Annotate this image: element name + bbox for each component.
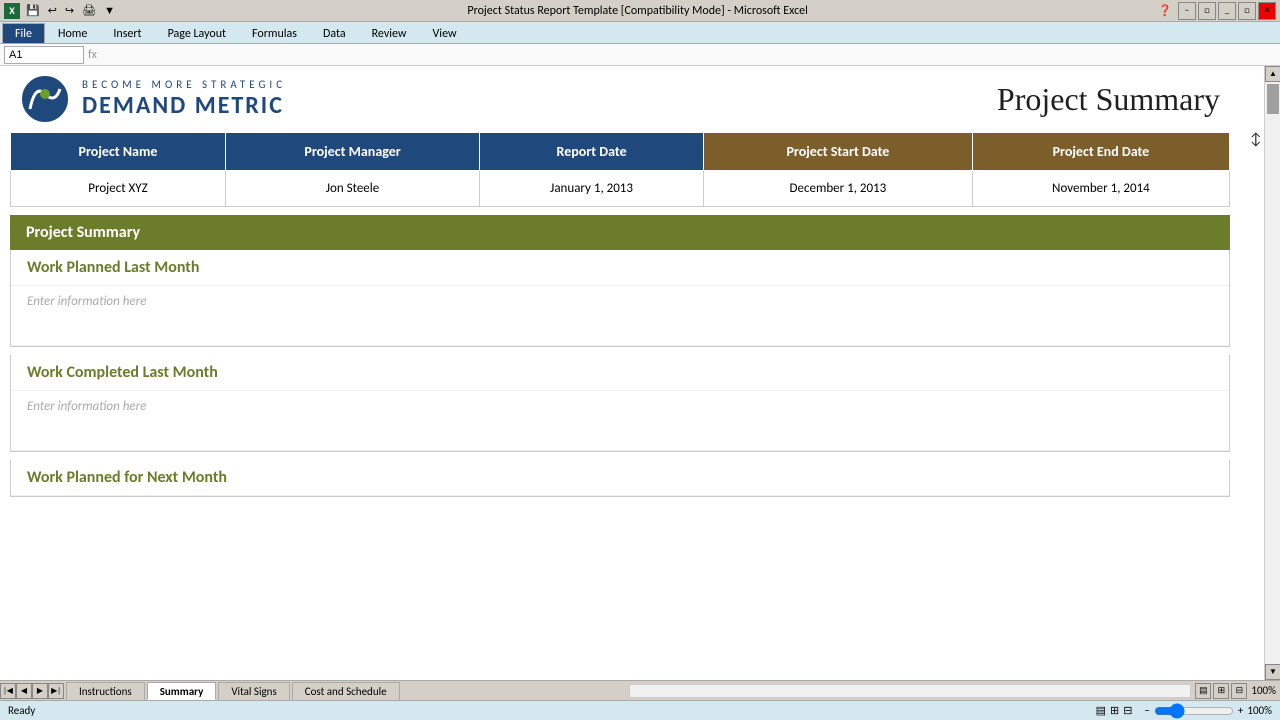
tab-insert[interactable]: Insert bbox=[100, 23, 154, 43]
zoom-level: 100% bbox=[1251, 684, 1276, 697]
tab-data[interactable]: Data bbox=[310, 23, 359, 43]
subsection-work-completed-last-month: Work Completed Last Month Enter informat… bbox=[10, 355, 1230, 452]
redo-qat-button[interactable]: ↪ bbox=[63, 4, 76, 17]
subsection-title-work-planned-next: Work Planned for Next Month bbox=[11, 460, 1229, 496]
cell-project-end-date[interactable]: November 1, 2014 bbox=[972, 171, 1229, 207]
sheet-nav-next[interactable]: ▶ bbox=[32, 683, 48, 699]
tab-file[interactable]: File bbox=[2, 23, 45, 43]
vertical-scrollbar[interactable]: ▲ ▼ bbox=[1264, 66, 1280, 680]
tab-page-layout[interactable]: Page Layout bbox=[155, 23, 239, 43]
close-button[interactable]: ✕ bbox=[1258, 2, 1276, 20]
table-row: Project XYZ Jon Steele January 1, 2013 D… bbox=[11, 171, 1230, 207]
subsection-work-planned-last-month: Work Planned Last Month Enter informatio… bbox=[10, 250, 1230, 347]
page-layout-view-button[interactable]: ⊞ bbox=[1213, 683, 1229, 699]
logo-tagline: Become More Strategic bbox=[82, 78, 286, 91]
ribbon-expand-button[interactable]: □ bbox=[1198, 2, 1216, 20]
view-buttons: ▤ ⊞ ⊟ bbox=[1195, 683, 1247, 699]
col-header-project-manager: Project Manager bbox=[225, 133, 479, 171]
maximize-button[interactable]: □ bbox=[1238, 2, 1256, 20]
title-bar-left: X 💾 ↩ ↪ 🖨 ▼ bbox=[4, 3, 117, 19]
subsection-body-work-planned[interactable]: Enter information here bbox=[11, 286, 1229, 346]
ribbon-tabs: File Home Insert Page Layout Formulas Da… bbox=[0, 22, 1280, 44]
sheet-tabs-area: |◀ ◀ ▶ ▶| Instructions Summary Vital Sig… bbox=[0, 680, 1280, 700]
horizontal-scrollbar[interactable] bbox=[629, 684, 1192, 698]
help-icon[interactable]: ❓ bbox=[1158, 4, 1172, 17]
excel-window: X 💾 ↩ ↪ 🖨 ▼ Project Status Report Templa… bbox=[0, 0, 1280, 720]
ribbon-minimize-button[interactable]: − bbox=[1178, 2, 1196, 20]
title-bar: X 💾 ↩ ↪ 🖨 ▼ Project Status Report Templa… bbox=[0, 0, 1280, 22]
formula-bar: fx bbox=[0, 44, 1280, 66]
sheet-nav-prev[interactable]: ◀ bbox=[16, 683, 32, 699]
zoom-minus-button[interactable]: − bbox=[1144, 704, 1149, 717]
logo-text: Become More Strategic Demand Metric bbox=[82, 78, 286, 120]
status-ready: Ready bbox=[8, 704, 35, 717]
save-qat-button[interactable]: 💾 bbox=[24, 4, 42, 17]
print-qat-button[interactable]: 🖨 bbox=[80, 4, 98, 17]
sheet-tab-vital-signs[interactable]: Vital Signs bbox=[218, 682, 289, 700]
col-header-project-name: Project Name bbox=[11, 133, 226, 171]
page-title: Project Summary bbox=[997, 81, 1220, 118]
subsection-title-work-completed: Work Completed Last Month bbox=[11, 355, 1229, 391]
tab-home[interactable]: Home bbox=[45, 23, 100, 43]
undo-qat-button[interactable]: ↩ bbox=[46, 4, 59, 17]
cell-project-name[interactable]: Project XYZ bbox=[11, 171, 226, 207]
logo-left: Become More Strategic Demand Metric bbox=[20, 74, 286, 124]
cursor-indicator: ↕ bbox=[1250, 130, 1262, 149]
subsection-body-work-completed[interactable]: Enter information here bbox=[11, 391, 1229, 451]
page-layout-status-icon[interactable]: ⊞ bbox=[1110, 704, 1119, 717]
zoom-plus-button[interactable]: + bbox=[1238, 704, 1243, 717]
zoom-slider[interactable] bbox=[1154, 703, 1234, 719]
normal-view-button[interactable]: ▤ bbox=[1195, 683, 1211, 699]
sheet-tab-cost-schedule[interactable]: Cost and Schedule bbox=[292, 682, 400, 700]
scroll-up-button[interactable]: ▲ bbox=[1265, 66, 1280, 82]
demand-metric-logo-icon bbox=[20, 74, 70, 124]
sheet-tabs: Instructions Summary Vital Signs Cost an… bbox=[64, 681, 625, 700]
header-area: Become More Strategic Demand Metric Proj… bbox=[0, 66, 1240, 132]
logo-name: Demand Metric bbox=[82, 91, 286, 120]
placeholder-work-completed: Enter information here bbox=[27, 399, 146, 414]
scroll-track bbox=[1265, 84, 1280, 644]
status-bar: Ready ▤ ⊞ ⊟ − + 100% bbox=[0, 700, 1280, 720]
subsection-work-planned-next-month: Work Planned for Next Month bbox=[10, 460, 1230, 497]
col-header-project-start-date: Project Start Date bbox=[703, 133, 972, 171]
subsection-title-work-planned: Work Planned Last Month bbox=[11, 250, 1229, 286]
cell-report-date[interactable]: January 1, 2013 bbox=[480, 171, 704, 207]
placeholder-work-planned: Enter information here bbox=[27, 294, 146, 309]
project-summary-section-header: Project Summary bbox=[10, 215, 1230, 250]
sheet-tab-instructions[interactable]: Instructions bbox=[66, 682, 145, 700]
scroll-down-button[interactable]: ▼ bbox=[1265, 664, 1280, 680]
customize-qat-button[interactable]: ▼ bbox=[102, 4, 117, 17]
formula-divider: fx bbox=[88, 48, 97, 62]
page-break-view-button[interactable]: ⊟ bbox=[1231, 683, 1247, 699]
tab-view[interactable]: View bbox=[420, 23, 470, 43]
col-header-project-end-date: Project End Date bbox=[972, 133, 1229, 171]
excel-app-icon: X bbox=[4, 3, 20, 19]
tab-formulas[interactable]: Formulas bbox=[239, 23, 310, 43]
title-bar-right: ❓ − □ _ □ ✕ bbox=[1158, 2, 1276, 20]
zoom-percentage: 100% bbox=[1247, 704, 1272, 717]
minimize-button[interactable]: _ bbox=[1218, 2, 1236, 20]
col-header-report-date: Report Date bbox=[480, 133, 704, 171]
sheet-nav-first[interactable]: |◀ bbox=[0, 683, 16, 699]
cell-project-start-date[interactable]: December 1, 2013 bbox=[703, 171, 972, 207]
scroll-thumb[interactable] bbox=[1267, 84, 1279, 114]
spreadsheet-content: Become More Strategic Demand Metric Proj… bbox=[0, 66, 1240, 497]
page-break-status-icon[interactable]: ⊟ bbox=[1123, 704, 1132, 717]
status-right: ▤ ⊞ ⊟ − + 100% bbox=[1096, 703, 1272, 719]
status-left: Ready bbox=[8, 704, 35, 717]
sheet-nav-last[interactable]: ▶| bbox=[48, 683, 64, 699]
window-title: Project Status Report Template [Compatib… bbox=[117, 4, 1158, 18]
cell-project-manager[interactable]: Jon Steele bbox=[225, 171, 479, 207]
normal-view-status-icon[interactable]: ▤ bbox=[1096, 704, 1106, 717]
tab-review[interactable]: Review bbox=[359, 23, 420, 43]
project-info-table: Project Name Project Manager Report Date… bbox=[10, 132, 1230, 207]
name-box[interactable] bbox=[4, 46, 84, 64]
sheet-tab-summary[interactable]: Summary bbox=[147, 682, 217, 700]
